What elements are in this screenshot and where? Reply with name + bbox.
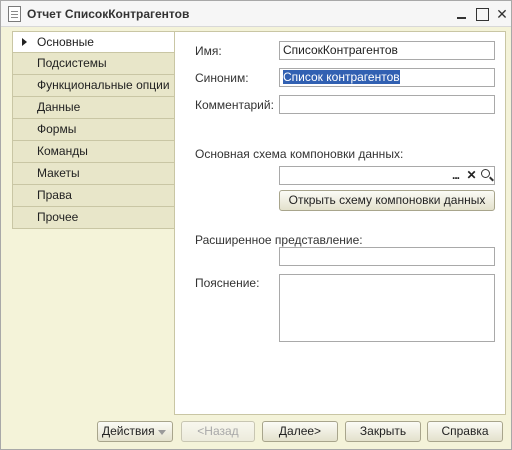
explanation-label: Пояснение:: [195, 276, 260, 290]
maximize-icon[interactable]: [473, 5, 491, 23]
tab-label: Данные: [37, 100, 81, 114]
schema-field[interactable]: ... ✕: [279, 166, 495, 185]
tab-forms[interactable]: Формы: [12, 119, 175, 141]
open-schema-button[interactable]: Открыть схему компоновки данных: [279, 190, 495, 211]
comment-label: Комментарий:: [195, 98, 274, 112]
help-button[interactable]: Справка: [427, 421, 503, 442]
comment-field[interactable]: [279, 95, 495, 114]
tab-rights[interactable]: Права: [12, 185, 175, 207]
tab-label: Подсистемы: [37, 56, 107, 70]
actions-label: Действия: [102, 424, 155, 438]
chevron-down-icon: [158, 430, 166, 435]
properties-window: Отчет СписокКонтрагентов ✕ Основные Подс…: [0, 0, 512, 450]
tab-list: Основные Подсистемы Функциональные опции…: [12, 31, 175, 229]
tab-label: Команды: [37, 144, 88, 158]
extended-presentation-label: Расширенное представление:: [195, 233, 363, 247]
close-button[interactable]: Закрыть: [345, 421, 421, 442]
search-icon[interactable]: [479, 167, 494, 184]
actions-dropdown[interactable]: Действия: [97, 421, 173, 442]
tab-label: Права: [37, 188, 72, 202]
minimize-icon[interactable]: [453, 5, 471, 23]
close-icon[interactable]: ✕: [493, 5, 511, 23]
title-bar: Отчет СписокКонтрагентов ✕: [1, 1, 511, 27]
explanation-field[interactable]: [279, 274, 495, 342]
back-button[interactable]: <Назад: [181, 421, 255, 442]
synonym-field[interactable]: Список контрагентов: [279, 68, 495, 87]
tab-label: Формы: [37, 122, 77, 136]
report-document-icon: [8, 6, 21, 22]
main-properties-panel: [174, 31, 506, 415]
active-tab-arrow-icon: [22, 38, 27, 46]
tab-label: Прочее: [37, 210, 79, 224]
synonym-selected-text: Список контрагентов: [283, 70, 400, 84]
tab-subsystems[interactable]: Подсистемы: [12, 53, 175, 75]
tab-templates[interactable]: Макеты: [12, 163, 175, 185]
tab-label: Функциональные опции: [37, 78, 170, 92]
schema-label: Основная схема компоновки данных:: [195, 147, 404, 161]
window-title: Отчет СписокКонтрагентов: [27, 7, 190, 21]
tab-main[interactable]: Основные: [12, 31, 175, 53]
clear-icon[interactable]: ✕: [464, 167, 479, 184]
extended-presentation-field[interactable]: [279, 247, 495, 266]
tab-data[interactable]: Данные: [12, 97, 175, 119]
tab-label: Макеты: [37, 166, 80, 180]
name-label: Имя:: [195, 44, 222, 58]
choose-schema-button[interactable]: ...: [448, 167, 463, 184]
synonym-label: Синоним:: [195, 71, 249, 85]
tab-label: Основные: [37, 35, 94, 49]
tab-functional-options[interactable]: Функциональные опции: [12, 75, 175, 97]
next-button[interactable]: Далее>: [262, 421, 338, 442]
name-field[interactable]: СписокКонтрагентов: [279, 41, 495, 60]
tab-other[interactable]: Прочее: [12, 207, 175, 229]
tab-commands[interactable]: Команды: [12, 141, 175, 163]
